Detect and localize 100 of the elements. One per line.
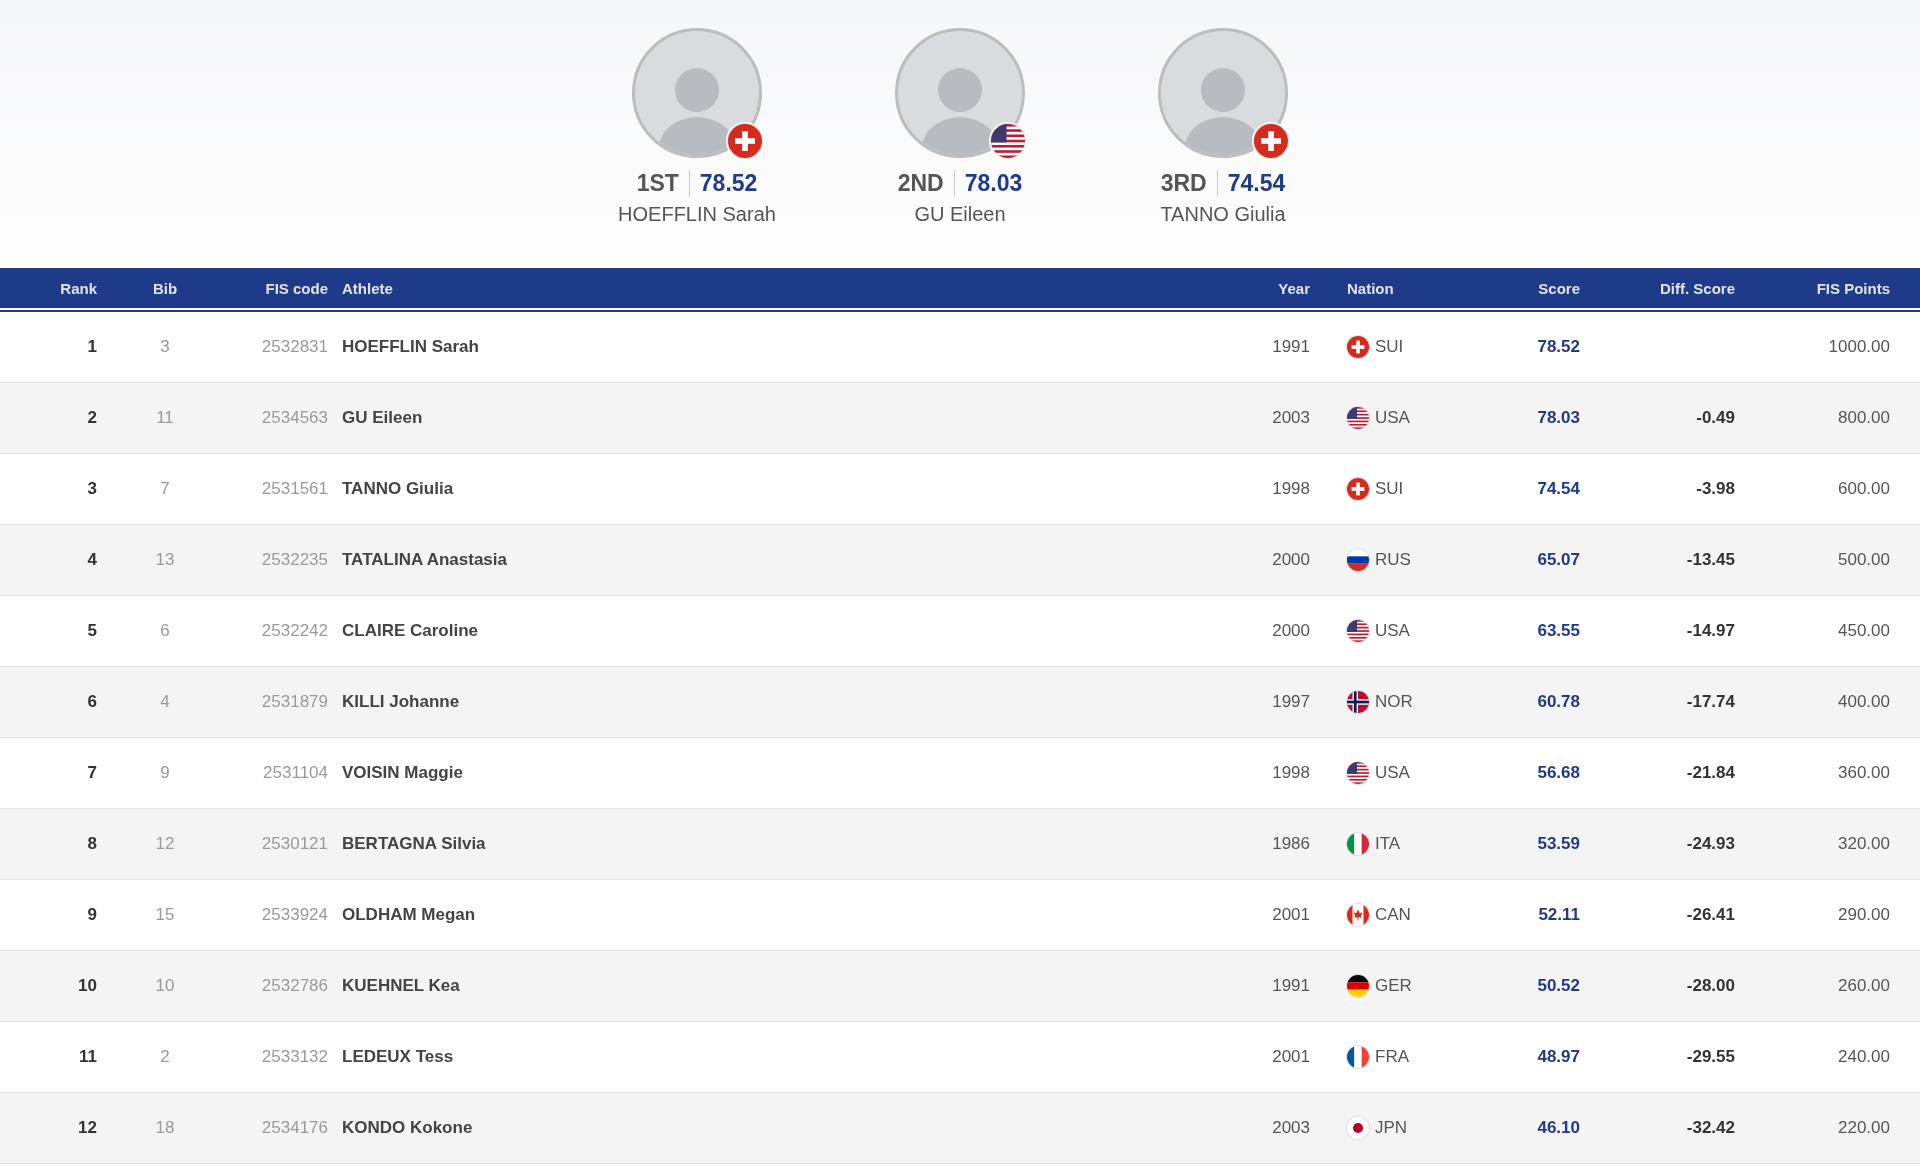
year-cell-text: 1991 xyxy=(1271,337,1310,357)
column-header: Bib xyxy=(151,279,179,297)
flag-icon xyxy=(1254,124,1288,158)
diff-score-cell-text: -13.45 xyxy=(1685,550,1735,570)
fis-code-cell-text: 2533132 xyxy=(260,1047,329,1067)
fis-code-cell-text: 2532786 xyxy=(260,976,329,996)
column-header: Rank xyxy=(59,279,98,297)
flag-icon xyxy=(1347,833,1369,855)
athlete-name: KUEHNEL Kea xyxy=(341,976,461,996)
rank-cell-text: 6 xyxy=(86,692,98,712)
column-header: Score xyxy=(1537,279,1580,297)
bib-cell-text: 4 xyxy=(159,692,171,712)
flag-icon xyxy=(1347,691,1369,713)
fis-points-cell-text: 800.00 xyxy=(1837,408,1890,428)
athlete-name: BERTAGNA Silvia xyxy=(341,834,487,854)
fis-code-cell-text: 2531561 xyxy=(260,479,329,499)
diff-score-cell-text: -26.41 xyxy=(1685,905,1735,925)
year-cell-text: 2000 xyxy=(1271,621,1310,641)
flag-icon xyxy=(991,124,1025,158)
fis-code-cell-text: 2530121 xyxy=(260,834,329,854)
bib-cell-text: 2 xyxy=(159,1047,171,1067)
column-header: Nation xyxy=(1346,279,1395,297)
year-cell-text: 2000 xyxy=(1271,550,1310,570)
fis-points-cell-text: 360.00 xyxy=(1837,763,1890,783)
diff-score-cell-text: -17.74 xyxy=(1685,692,1735,712)
fis-code-cell-text: 2533924 xyxy=(260,905,329,925)
podium-athlete-name: GU Eileen xyxy=(914,203,1006,226)
flag-icon xyxy=(728,124,762,158)
column-header: FIS code xyxy=(264,279,329,297)
column-header: FIS Points xyxy=(1815,279,1890,297)
flag-icon xyxy=(1347,904,1369,926)
year-cell-text: 1997 xyxy=(1271,692,1310,712)
flag-icon xyxy=(1347,478,1369,500)
athlete-name: GU Eileen xyxy=(341,408,424,428)
rank-cell-text: 8 xyxy=(86,834,98,854)
podium-athlete-name: TANNO Giulia xyxy=(1160,203,1286,226)
score-cell-text: 78.03 xyxy=(1536,408,1580,428)
rank-cell-text: 11 xyxy=(78,1047,98,1067)
rank-cell-text: 7 xyxy=(86,763,98,783)
bib-cell-text: 15 xyxy=(154,905,176,925)
podium-place: 3RD xyxy=(1160,170,1218,197)
nation-code: GER xyxy=(1375,976,1412,996)
bib-cell-text: 3 xyxy=(159,337,171,357)
rank-cell-text: 10 xyxy=(77,976,98,996)
rank-cell-text: 5 xyxy=(86,621,98,641)
score-cell-text: 74.54 xyxy=(1536,479,1580,499)
fis-code-cell-text: 2532242 xyxy=(260,621,329,641)
nation-code: USA xyxy=(1375,408,1410,428)
column-header: Athlete xyxy=(341,279,394,297)
column-header: Diff. Score xyxy=(1659,279,1735,297)
bib-cell-text: 11 xyxy=(155,408,175,428)
athlete-name: TATALINA Anastasia xyxy=(341,550,508,570)
year-cell-text: 2001 xyxy=(1271,1047,1310,1067)
diff-score-cell-text: -0.49 xyxy=(1695,408,1735,428)
fis-code-cell-text: 2534563 xyxy=(260,408,329,428)
nation-code: CAN xyxy=(1375,905,1411,925)
fis-code-cell-text: 2532235 xyxy=(260,550,329,570)
fis-points-cell-text: 600.00 xyxy=(1837,479,1890,499)
fis-points-cell-text: 450.00 xyxy=(1837,621,1890,641)
bib-cell-text: 18 xyxy=(154,1118,176,1138)
rank-cell-text: 2 xyxy=(86,408,98,428)
year-cell-text: 1998 xyxy=(1271,763,1310,783)
athlete-name: CLAIRE Caroline xyxy=(341,621,480,641)
podium-score: 74.54 xyxy=(1226,170,1286,197)
flag-icon xyxy=(1347,762,1369,784)
nation-code: USA xyxy=(1375,621,1410,641)
diff-score-cell-text: -29.55 xyxy=(1685,1047,1735,1067)
nation-code: FRA xyxy=(1375,1047,1409,1067)
athlete-name: KILLI Johanne xyxy=(341,692,461,712)
bib-cell-text: 7 xyxy=(159,479,171,499)
year-cell-text: 2003 xyxy=(1271,408,1310,428)
score-cell-text: 50.52 xyxy=(1536,976,1580,996)
athlete-name: KONDO Kokone xyxy=(341,1118,474,1138)
bib-cell-text: 9 xyxy=(159,763,171,783)
bib-cell-text: 13 xyxy=(154,550,176,570)
fis-points-cell-text: 290.00 xyxy=(1837,905,1890,925)
fis-code-cell-text: 2532831 xyxy=(260,337,329,357)
year-cell-text: 1986 xyxy=(1271,834,1310,854)
fis-code-cell-text: 2534176 xyxy=(260,1118,329,1138)
column-header: Year xyxy=(1277,279,1310,297)
year-cell-text: 2003 xyxy=(1271,1118,1310,1138)
rank-cell-text: 4 xyxy=(86,550,98,570)
flag-icon xyxy=(1347,620,1369,642)
diff-score-cell-text: -24.93 xyxy=(1685,834,1735,854)
nation-code: JPN xyxy=(1375,1118,1408,1138)
score-cell-text: 52.11 xyxy=(1537,905,1580,925)
nation-code: SUI xyxy=(1375,479,1404,499)
fis-code-cell-text: 2531104 xyxy=(262,763,329,783)
nation-code: NOR xyxy=(1375,692,1413,712)
score-cell-text: 56.68 xyxy=(1536,763,1580,783)
fis-points-cell-text: 400.00 xyxy=(1837,692,1890,712)
rank-cell-text: 9 xyxy=(86,905,98,925)
diff-score-cell-text: -14.97 xyxy=(1685,621,1735,641)
score-cell-text: 65.07 xyxy=(1536,550,1580,570)
score-cell-text: 60.78 xyxy=(1536,692,1580,712)
fis-points-cell-text: 320.00 xyxy=(1837,834,1890,854)
score-cell-text: 48.97 xyxy=(1536,1047,1580,1067)
flag-icon xyxy=(1347,549,1369,571)
year-cell-text: 1998 xyxy=(1271,479,1310,499)
athlete-name: OLDHAM Megan xyxy=(341,905,477,925)
